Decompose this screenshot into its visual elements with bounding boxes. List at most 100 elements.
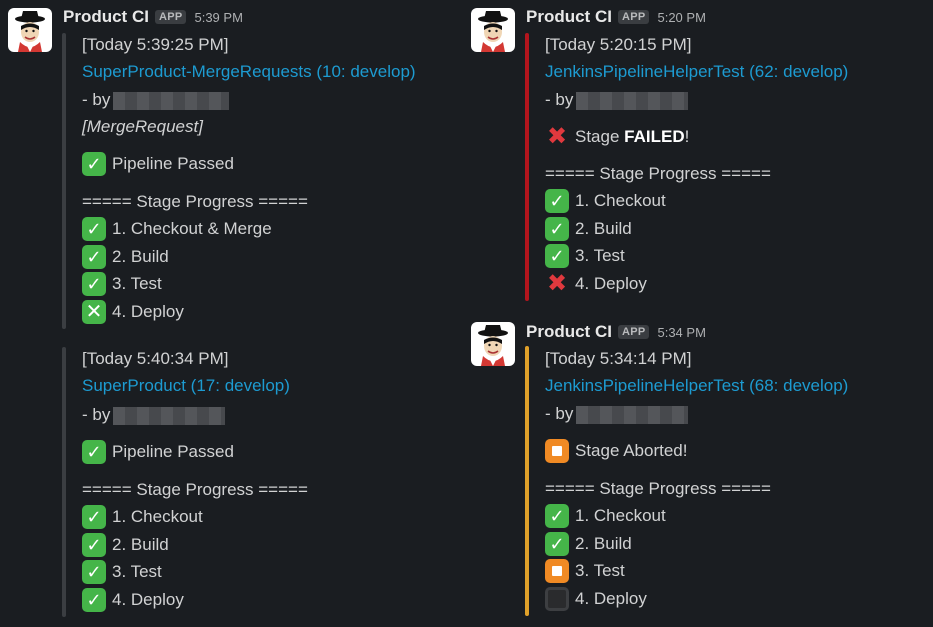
stage-row: ✓ 2. Build xyxy=(545,216,632,242)
progress-header: ===== Stage Progress ===== xyxy=(545,164,771,183)
build-link[interactable]: SuperProduct-MergeRequests (10: develop) xyxy=(82,59,416,85)
check-mark-icon: ✓ xyxy=(82,587,106,612)
pipeline-status: ✓ Pipeline Passed xyxy=(82,439,234,465)
build-timestamp: [Today 5:40:34 PM] xyxy=(82,349,229,368)
stage-label: 3. Test xyxy=(575,561,625,580)
progress-header: ===== Stage Progress ===== xyxy=(82,480,308,499)
stage-label: 2. Build xyxy=(112,247,169,266)
stage-label: 1. Checkout xyxy=(112,507,203,526)
cross-mark-icon: ✖ xyxy=(546,122,568,150)
progress-header: ===== Stage Progress ===== xyxy=(82,192,308,211)
message-header: Product CI APP 5:39 PM xyxy=(63,6,243,28)
status-text: Stage Aborted! xyxy=(575,441,688,460)
attachment-bar-aborted xyxy=(525,346,529,616)
stage-label: 1. Checkout xyxy=(575,191,666,210)
build-link[interactable]: JenkinsPipelineHelperTest (62: develop) xyxy=(545,59,848,85)
stage-label: 4. Deploy xyxy=(112,302,184,321)
progress-header: ===== Stage Progress ===== xyxy=(545,479,771,498)
stage-row: ✓ 2. Build xyxy=(82,532,169,558)
stage-label: 1. Checkout & Merge xyxy=(112,219,272,238)
build-timestamp: [Today 5:39:25 PM] xyxy=(82,35,229,54)
stage-row: ✓ 1. Checkout xyxy=(82,504,203,530)
stage-label: 2. Build xyxy=(112,535,169,554)
bot-name[interactable]: Product CI xyxy=(526,7,612,27)
jenkins-avatar-icon xyxy=(477,10,509,52)
app-badge: APP xyxy=(617,10,650,24)
message-failed: Product CI APP 5:20 PM [Today 5:20:15 PM… xyxy=(471,0,931,310)
check-mark-icon: ✓ xyxy=(545,531,569,556)
check-mark-icon: ✓ xyxy=(82,559,106,584)
stage-label: 2. Build xyxy=(575,219,632,238)
stop-button-icon xyxy=(545,438,569,463)
attachment-bar xyxy=(62,347,66,617)
check-mark-icon: ✓ xyxy=(545,216,569,241)
build-author: - by xyxy=(82,87,230,113)
build-author: - by xyxy=(82,402,226,428)
author-prefix: - by xyxy=(82,405,111,424)
status-bold: FAILED xyxy=(624,127,685,146)
stage-row: ✓ 3. Test xyxy=(82,559,162,585)
attachment-bar xyxy=(62,33,66,329)
build-timestamp: [Today 5:20:15 PM] xyxy=(545,35,692,54)
bot-avatar[interactable] xyxy=(471,322,515,366)
build-author: - by xyxy=(545,87,689,113)
message-header: Product CI APP 5:34 PM xyxy=(526,321,706,343)
app-badge: APP xyxy=(617,325,650,339)
stage-status: ✖ Stage FAILED! xyxy=(545,124,689,150)
check-mark-icon: ✓ xyxy=(82,439,106,464)
stage-row: ✓ 3. Test xyxy=(82,271,162,297)
app-badge: APP xyxy=(154,10,187,24)
stage-row: ✓ 2. Build xyxy=(545,531,632,557)
message-time[interactable]: 5:34 PM xyxy=(657,325,705,340)
stage-row: ✓ 4. Deploy xyxy=(82,587,184,613)
stage-row: ✓ 3. Test xyxy=(545,243,625,269)
bot-avatar[interactable] xyxy=(471,8,515,52)
cross-mark-icon: ✖ xyxy=(546,269,568,297)
attachment-bar-failed xyxy=(525,33,529,301)
redacted-author xyxy=(113,406,226,425)
redacted-author xyxy=(113,91,230,110)
black-square-icon xyxy=(545,586,569,611)
redacted-author xyxy=(576,91,689,110)
stage-row: ✓ 1. Checkout xyxy=(545,503,666,529)
stage-label: 4. Deploy xyxy=(575,589,647,608)
message-aborted: Product CI APP 5:34 PM [Today 5:34:14 PM… xyxy=(471,316,931,627)
check-mark-icon: ✓ xyxy=(82,216,106,241)
check-mark-icon: ✓ xyxy=(545,188,569,213)
status-prefix: Stage xyxy=(575,127,625,146)
build-link[interactable]: SuperProduct (17: develop) xyxy=(82,373,290,399)
check-mark-icon: ✓ xyxy=(82,271,106,296)
cross-mark-button-icon: ✕ xyxy=(82,299,106,324)
redacted-author xyxy=(576,405,689,424)
stage-label: 4. Deploy xyxy=(575,274,647,293)
check-mark-icon: ✓ xyxy=(82,244,106,269)
build-link[interactable]: JenkinsPipelineHelperTest (68: develop) xyxy=(545,373,848,399)
author-prefix: - by xyxy=(82,90,111,109)
stage-row: 3. Test xyxy=(545,558,625,584)
stage-label: 3. Test xyxy=(112,562,162,581)
check-mark-icon: ✓ xyxy=(82,504,106,529)
author-prefix: - by xyxy=(545,404,574,423)
stage-status: Stage Aborted! xyxy=(545,438,687,464)
stage-label: 3. Test xyxy=(112,274,162,293)
build-author: - by xyxy=(545,401,689,427)
stage-label: 3. Test xyxy=(575,246,625,265)
jenkins-avatar-icon xyxy=(477,324,509,366)
pipeline-status: ✓ Pipeline Passed xyxy=(82,151,234,177)
stage-row: ✕ 4. Deploy xyxy=(82,299,184,325)
message-time[interactable]: 5:20 PM xyxy=(657,10,705,25)
bot-name[interactable]: Product CI xyxy=(526,322,612,342)
stage-row: ✓ 1. Checkout xyxy=(545,188,666,214)
bot-avatar[interactable] xyxy=(8,8,52,52)
message-header: Product CI APP 5:20 PM xyxy=(526,6,706,28)
status-text: Pipeline Passed xyxy=(112,154,234,173)
stage-label: 4. Deploy xyxy=(112,590,184,609)
stage-label: 2. Build xyxy=(575,534,632,553)
stage-row: ✓ 2. Build xyxy=(82,244,169,270)
status-text: Pipeline Passed xyxy=(112,442,234,461)
build-tag: [MergeRequest] xyxy=(82,117,203,136)
jenkins-avatar-icon xyxy=(14,10,46,52)
check-mark-icon: ✓ xyxy=(545,243,569,268)
bot-name[interactable]: Product CI xyxy=(63,7,149,27)
message-time[interactable]: 5:39 PM xyxy=(194,10,242,25)
